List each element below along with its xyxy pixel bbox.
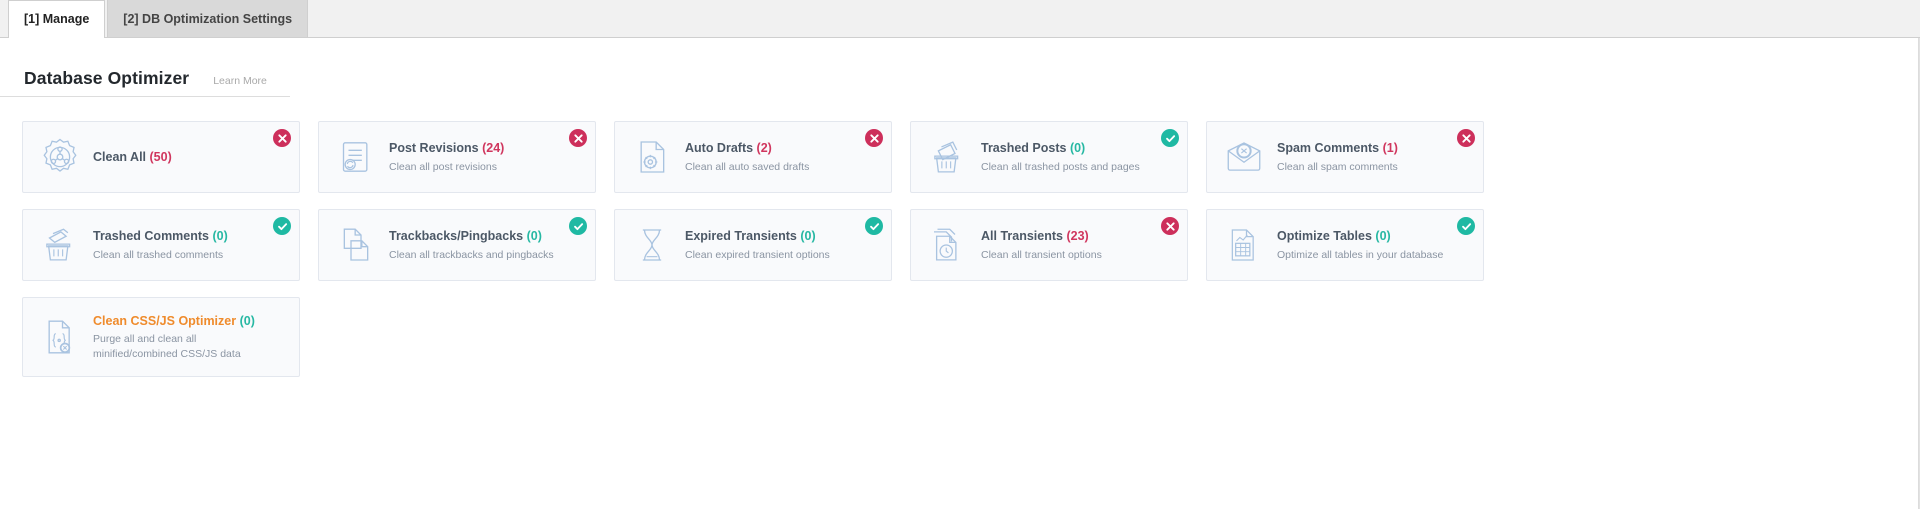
card-title-label: Post Revisions [389, 141, 479, 155]
document-lines-refresh-icon [333, 134, 379, 180]
card-auto-drafts[interactable]: Auto Drafts (2) Clean all auto saved draf… [614, 121, 892, 193]
page-header: Database Optimizer Learn More [0, 38, 290, 97]
trash-comments-icon [37, 222, 83, 268]
card-title: Clean All (50) [93, 149, 172, 165]
card-title: Trashed Comments (0) [93, 228, 228, 244]
card-trashed-posts[interactable]: Trashed Posts (0) Clean all trashed posts… [910, 121, 1188, 193]
card-count: (0) [1070, 141, 1085, 155]
stacked-documents-clock-icon [925, 222, 971, 268]
card-title-label: Auto Drafts [685, 141, 753, 155]
card-title: Trashed Posts (0) [981, 140, 1140, 156]
tab-db-optimization-settings-label: [2] DB Optimization Settings [123, 12, 292, 26]
card-trackbacks-pingbacks[interactable]: Trackbacks/Pingbacks (0) Clean all trackb… [318, 209, 596, 281]
hourglass-icon [629, 222, 675, 268]
card-count: (0) [213, 229, 228, 243]
card-title: Auto Drafts (2) [685, 140, 809, 156]
card-title-label: Expired Transients [685, 229, 797, 243]
status-badge-error-icon[interactable] [1457, 129, 1475, 147]
card-description: Clean all trashed comments [93, 248, 228, 262]
status-badge-ok-icon[interactable] [569, 217, 587, 235]
gear-network-icon [37, 134, 83, 180]
card-spam-comments[interactable]: Spam Comments (1) Clean all spam comments [1206, 121, 1484, 193]
card-trashed-comments[interactable]: Trashed Comments (0) Clean all trashed co… [22, 209, 300, 281]
card-description: Clean all post revisions [389, 160, 504, 174]
card-title-label: Spam Comments [1277, 141, 1379, 155]
status-badge-error-icon[interactable] [273, 129, 291, 147]
card-title: Trackbacks/Pingbacks (0) [389, 228, 554, 244]
document-gear-icon [629, 134, 675, 180]
two-documents-icon [333, 222, 379, 268]
card-text: Expired Transients (0) Clean expired tran… [685, 228, 854, 261]
card-description: Clean all transient options [981, 248, 1102, 262]
card-text: Auto Drafts (2) Clean all auto saved draf… [685, 140, 833, 173]
status-badge-error-icon[interactable] [1161, 217, 1179, 235]
card-title-label: Optimize Tables [1277, 229, 1372, 243]
envelope-spam-icon [1221, 134, 1267, 180]
card-count: (23) [1066, 229, 1088, 243]
card-description: Purge all and clean all minified/combine… [93, 332, 267, 360]
table-chart-icon [1221, 222, 1267, 268]
manage-panel: Database Optimizer Learn More Clean All … [0, 38, 1920, 509]
card-count: (24) [482, 141, 504, 155]
card-count: (1) [1383, 141, 1398, 155]
card-description: Clean all auto saved drafts [685, 160, 809, 174]
card-title: Clean CSS/JS Optimizer (0) [93, 313, 267, 329]
card-title-label: Trackbacks/Pingbacks [389, 229, 523, 243]
learn-more-link[interactable]: Learn More [213, 75, 267, 87]
tab-manage[interactable]: [1] Manage [8, 0, 105, 38]
card-title-label: Clean All [93, 150, 146, 164]
card-description: Clean all spam comments [1277, 160, 1398, 174]
tab-bar: [1] Manage [2] DB Optimization Settings [0, 0, 1920, 38]
card-description: Clean all trashed posts and pages [981, 160, 1140, 174]
code-document-icon [37, 314, 83, 360]
card-title: Spam Comments (1) [1277, 140, 1398, 156]
card-count: (0) [1375, 229, 1390, 243]
card-description: Optimize all tables in your database [1277, 248, 1443, 262]
card-clean-all[interactable]: Clean All (50) [22, 121, 300, 193]
card-title: Optimize Tables (0) [1277, 228, 1443, 244]
card-description: Clean all trackbacks and pingbacks [389, 248, 554, 262]
card-text: Optimize Tables (0) Optimize all tables i… [1277, 228, 1467, 261]
card-text: Spam Comments (1) Clean all spam comments [1277, 140, 1422, 173]
card-count: (2) [757, 141, 772, 155]
status-badge-ok-icon[interactable] [273, 217, 291, 235]
card-count: (0) [800, 229, 815, 243]
status-badge-ok-icon[interactable] [1457, 217, 1475, 235]
card-clean-css-js-optimizer[interactable]: Clean CSS/JS Optimizer (0) Purge all and … [22, 297, 300, 377]
card-text: Trashed Comments (0) Clean all trashed co… [93, 228, 252, 261]
card-title: Expired Transients (0) [685, 228, 830, 244]
page-title: Database Optimizer [24, 68, 189, 89]
card-count: (50) [150, 150, 172, 164]
card-text: Trashed Posts (0) Clean all trashed posts… [981, 140, 1164, 173]
tab-db-optimization-settings[interactable]: [2] DB Optimization Settings [107, 0, 308, 37]
status-badge-error-icon[interactable] [569, 129, 587, 147]
card-count: (0) [240, 314, 255, 328]
card-expired-transients[interactable]: Expired Transients (0) Clean expired tran… [614, 209, 892, 281]
card-title: Post Revisions (24) [389, 140, 504, 156]
card-title: All Transients (23) [981, 228, 1102, 244]
status-badge-ok-icon[interactable] [1161, 129, 1179, 147]
card-title-label: All Transients [981, 229, 1063, 243]
tab-manage-label: [1] Manage [24, 12, 89, 26]
optimizer-card-grid: Clean All (50) Post Revisions (24) Clean … [0, 121, 1500, 377]
card-text: Trackbacks/Pingbacks (0) Clean all trackb… [389, 228, 578, 261]
card-all-transients[interactable]: All Transients (23) Clean all transient o… [910, 209, 1188, 281]
status-badge-error-icon[interactable] [865, 129, 883, 147]
card-title-label: Trashed Comments [93, 229, 209, 243]
card-description: Clean expired transient options [685, 248, 830, 262]
card-text: Post Revisions (24) Clean all post revisi… [389, 140, 528, 173]
card-optimize-tables[interactable]: Optimize Tables (0) Optimize all tables i… [1206, 209, 1484, 281]
trash-papers-icon [925, 134, 971, 180]
card-title-label: Trashed Posts [981, 141, 1066, 155]
card-text: All Transients (23) Clean all transient o… [981, 228, 1126, 261]
card-text: Clean All (50) [93, 149, 196, 165]
card-post-revisions[interactable]: Post Revisions (24) Clean all post revisi… [318, 121, 596, 193]
card-count: (0) [527, 229, 542, 243]
card-title-label: Clean CSS/JS Optimizer [93, 314, 236, 328]
status-badge-ok-icon[interactable] [865, 217, 883, 235]
card-text: Clean CSS/JS Optimizer (0) Purge all and … [93, 313, 291, 361]
